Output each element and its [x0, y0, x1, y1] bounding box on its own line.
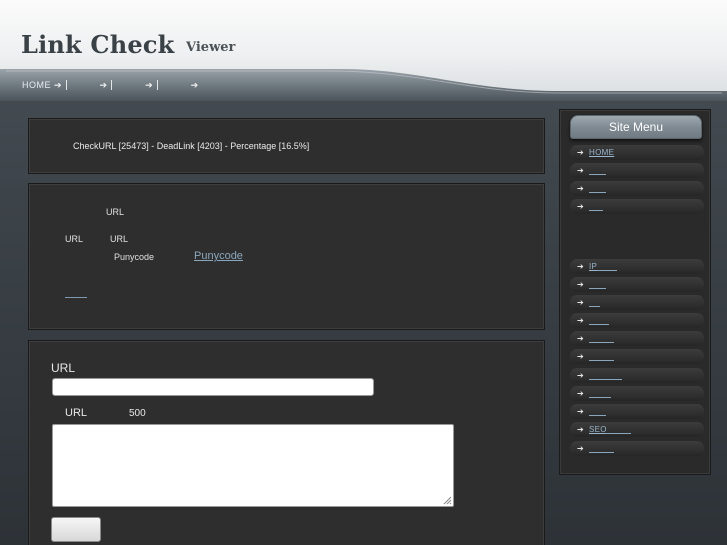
- nav-item-4[interactable]: ➔: [188, 80, 199, 91]
- sidebar-item[interactable]: ➔: [570, 181, 704, 196]
- info-line-2a: URL: [65, 234, 84, 244]
- sidebar-item[interactable]: ➔: [570, 277, 704, 292]
- sidebar-item-underline: [589, 451, 614, 453]
- arrow-right-icon: ➔: [577, 425, 584, 434]
- sidebar-item-underline: [589, 305, 600, 307]
- arrow-right-icon: ➔: [577, 280, 584, 289]
- sidebar-item[interactable]: ➔: [570, 441, 704, 456]
- sidebar-item-underline: [589, 287, 606, 289]
- punycode-link[interactable]: Punycode: [194, 250, 257, 262]
- sidebar-item-label: SEO: [589, 425, 607, 434]
- arrow-right-icon: ➔: [99, 79, 108, 90]
- sidebar-item[interactable]: ➔: [570, 368, 704, 383]
- info-line-2b: URL: [110, 234, 129, 244]
- arrow-right-icon: ➔: [577, 389, 584, 398]
- stats-text: CheckURL [25473] - DeadLink [4203] - Per…: [73, 141, 310, 151]
- arrow-right-icon: ➔: [190, 79, 199, 90]
- sidebar-item[interactable]: ➔: [570, 349, 704, 364]
- arrow-right-icon: ➔: [577, 407, 584, 416]
- stats-panel: CheckURL [25473] - DeadLink [4203] - Per…: [28, 118, 545, 174]
- sidebar-item[interactable]: ➔: [570, 163, 704, 178]
- sidebar-item-underline: [606, 432, 631, 434]
- arrow-right-icon: ➔: [577, 184, 584, 193]
- sidebar-item-underline: [589, 359, 614, 361]
- nav-separator: [111, 80, 113, 90]
- url-input[interactable]: [52, 378, 374, 396]
- url-list-limit: 500: [129, 408, 146, 419]
- arrow-right-icon: ➔: [577, 202, 584, 211]
- arrow-right-icon: ➔: [577, 298, 584, 307]
- sidebar-item-underline: [589, 396, 611, 398]
- nav-item-3[interactable]: ➔: [142, 80, 153, 91]
- arrow-right-icon: ➔: [577, 444, 584, 453]
- sidebar-item-home[interactable]: ➔ HOME: [570, 145, 704, 160]
- nav-separator: [156, 80, 158, 90]
- punycode-label: Punycode: [114, 252, 155, 262]
- sidebar-item-underline: [589, 378, 622, 380]
- nav-item-2[interactable]: ➔: [97, 80, 108, 91]
- sidebar-item-underline: [589, 173, 606, 175]
- url-list-label: URL: [65, 407, 88, 419]
- sidebar-item-seo[interactable]: ➔ SEO: [570, 422, 704, 437]
- sidebar-item-label: HOME: [589, 148, 615, 157]
- info-panel: URL URL URL Punycode Punycode: [28, 183, 545, 330]
- sidebar-item-underline: [597, 269, 618, 271]
- sidebar-item-underline: [589, 341, 614, 343]
- arrow-right-icon: ➔: [577, 371, 584, 380]
- arrow-right-icon: ➔: [577, 148, 584, 157]
- arrow-right-icon: ➔: [577, 262, 584, 271]
- url-list-textarea[interactable]: [52, 424, 454, 507]
- site-title[interactable]: Link Check: [21, 30, 175, 59]
- site-subtitle: Viewer: [186, 40, 236, 55]
- sidebar-item-label: IP: [589, 262, 598, 271]
- sidebar-item[interactable]: ➔: [570, 331, 704, 346]
- url-label: URL: [51, 361, 76, 375]
- sidebar-item[interactable]: ➔: [570, 199, 704, 214]
- sidebar-item[interactable]: ➔: [570, 313, 704, 328]
- sidebar-item-underline: [589, 209, 603, 211]
- sidebar-item-underline: [589, 414, 606, 416]
- info-link[interactable]: [65, 297, 87, 298]
- info-line-1: URL: [106, 207, 125, 217]
- submit-button[interactable]: [51, 517, 101, 542]
- sidebar-title: Site Menu: [570, 115, 702, 139]
- nav-separator: [65, 80, 67, 90]
- nav-home-label: HOME: [22, 80, 51, 90]
- sidebar-item[interactable]: ➔: [570, 295, 704, 310]
- arrow-right-icon: ➔: [54, 79, 62, 90]
- sidebar-item[interactable]: ➔: [570, 404, 704, 419]
- arrow-right-icon: ➔: [145, 79, 153, 90]
- arrow-right-icon: ➔: [577, 316, 584, 325]
- sidebar-item-underline: [589, 323, 609, 325]
- resize-grip-icon[interactable]: [442, 495, 452, 505]
- arrow-right-icon: ➔: [577, 334, 584, 343]
- sidebar-item-ip[interactable]: ➔ IP: [570, 259, 704, 274]
- sidebar-item-underline: [589, 191, 606, 193]
- arrow-right-icon: ➔: [577, 352, 584, 361]
- sidebar-item[interactable]: ➔: [570, 386, 704, 401]
- arrow-right-icon: ➔: [577, 166, 584, 175]
- main-nav: HOME ➔ ➔ ➔ ➔: [22, 78, 198, 92]
- nav-home[interactable]: HOME ➔: [22, 80, 62, 91]
- check-form-panel: URL URL 500: [28, 340, 545, 545]
